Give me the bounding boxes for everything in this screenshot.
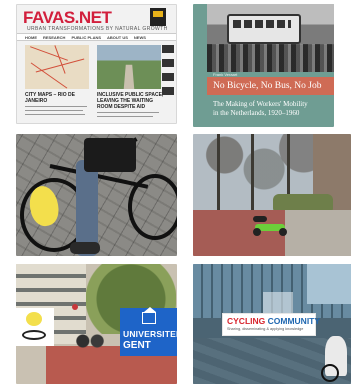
book-subtitle-line2: in the Netherlands, 1920–1960 — [213, 109, 300, 117]
post-title-2: INCLUSIVE PUBLIC SPACE, LEAVING THE WAIT… — [97, 92, 164, 110]
sky — [307, 264, 351, 304]
cyclists — [72, 332, 108, 362]
tile-favas-website[interactable]: FAVAS.NET URBAN TRANSFORMATIONS BY NATUR… — [16, 4, 177, 124]
person-shoe — [70, 242, 100, 254]
tile-ugent-street[interactable]: UNIVERSITEIT GENT — [16, 264, 177, 384]
sign-title: CYCLING COMMUNITY — [227, 316, 320, 326]
tile-scooter-photo[interactable] — [193, 134, 351, 256]
book-title: No Bicycle, No Bus, No Job — [213, 81, 322, 91]
ugent-line1: UNIVERSITEIT — [123, 329, 177, 339]
sidewalk — [285, 210, 351, 256]
nav-item: NEWS — [133, 35, 146, 40]
tree-trunk — [217, 134, 220, 214]
sign-word-community: COMMUNITY — [267, 316, 321, 326]
book-subtitle-line1: The Making of Workers' Mobility — [213, 100, 308, 108]
ugent-logo: UNIVERSITEIT GENT — [120, 307, 177, 356]
cyclist — [321, 336, 347, 382]
bird-cyclist-logo — [16, 308, 54, 346]
bicycle-basket — [84, 138, 136, 172]
nav-item: RESEARCH — [43, 35, 66, 40]
bike-path-photo-thumbnail — [97, 45, 161, 89]
nav-item: HOME — [25, 35, 37, 40]
city-map-thumbnail — [25, 45, 89, 89]
cycling-community-sign: CYCLING COMMUNITY Sharing, disseminating… — [223, 314, 320, 335]
tile-cycling-community[interactable]: CYCLING COMMUNITY Sharing, disseminating… — [193, 264, 351, 384]
ugent-building-icon — [142, 307, 156, 324]
badge-icon — [150, 8, 166, 26]
e-scooter — [251, 216, 291, 236]
tree-trunk — [251, 134, 254, 214]
nav-item: PUBLIC PLANS — [71, 35, 102, 40]
sign-word-cycling: CYCLING — [227, 316, 266, 326]
tile-book-cover[interactable]: Frank Veraart No Bicycle, No Bus, No Job… — [193, 4, 334, 127]
ugent-line2: GENT — [123, 340, 151, 351]
post-title-1: CITY MAPS – RIO DE JANEIRO — [25, 92, 75, 104]
traffic-sign-icon — [72, 304, 78, 310]
nav-item: ABOUT US — [107, 35, 128, 40]
sign-tagline: Sharing, disseminating & applying knowle… — [227, 327, 304, 331]
historic-bus-photo — [207, 4, 334, 72]
website-nav: HOME RESEARCH PUBLIC PLANS ABOUT US NEWS — [17, 33, 176, 41]
favas-tagline: URBAN TRANSFORMATIONS BY NATURAL GROWTH — [27, 26, 168, 32]
favas-logo: FAVAS.NET — [23, 8, 112, 27]
tile-bicycle-photo[interactable] — [16, 134, 177, 256]
